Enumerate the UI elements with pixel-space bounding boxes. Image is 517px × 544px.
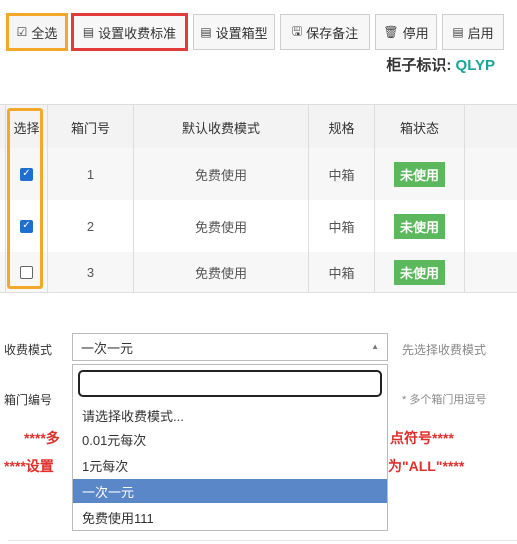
door-number: 3 <box>48 252 134 292</box>
row-checkbox[interactable]: ✓ <box>20 167 33 181</box>
status-badge: 未使用 <box>393 213 445 239</box>
cabinet-identifier: 柜子标识: QLYP <box>386 54 495 75</box>
dropdown-option-selected[interactable]: 一次一元 <box>73 479 387 503</box>
fee-mode: 免费使用 <box>134 148 309 200</box>
table-row[interactable]: ✓ 1 免费使用 中箱 未使用 <box>0 148 517 201</box>
size: 中箱 <box>309 200 375 252</box>
dropdown-option[interactable]: 0.01元每次 <box>73 427 387 451</box>
size: 中箱 <box>309 252 375 292</box>
enable-label: 启用 <box>467 25 494 41</box>
fee-mode-select[interactable]: 一次一元 ▲ <box>72 333 388 361</box>
door-no-hint: * 多个箱门用逗号 <box>402 394 487 406</box>
save-icon: 🖫 <box>291 23 303 38</box>
status-badge: 未使用 <box>393 161 445 187</box>
table-row[interactable]: 3 免费使用 中箱 未使用 <box>0 252 517 293</box>
set-box-type-label: 设置箱型 <box>215 25 268 41</box>
disable-label: 停用 <box>402 25 429 41</box>
header-door-no: 箱门号 <box>48 105 134 149</box>
warning-line-2-right: 为"ALL"**** <box>388 458 465 474</box>
fee-mode-value: 一次一元 <box>81 340 134 356</box>
warning-line-2-left: ****设置 <box>4 458 54 474</box>
disable-button[interactable]: 🗑 停用 <box>375 14 437 50</box>
save-remark-button[interactable]: 🖫 保存备注 <box>280 14 370 50</box>
set-box-type-button[interactable]: ▤ 设置箱型 <box>193 14 275 50</box>
divider <box>8 540 517 541</box>
table-header: 选择 箱门号 默认收费模式 规格 箱状态 <box>0 104 517 150</box>
header-default-fee-mode: 默认收费模式 <box>134 105 309 149</box>
fee-mode: 免费使用 <box>134 200 309 252</box>
set-fee-standard-label: 设置收费标准 <box>98 25 177 41</box>
status-badge: 未使用 <box>393 259 445 285</box>
door-number: 2 <box>48 200 134 252</box>
dropdown-option[interactable]: 免费使用111 <box>73 505 387 529</box>
table-row[interactable]: ✓ 2 免费使用 中箱 未使用 <box>0 200 517 253</box>
dropdown-option[interactable]: 请选择收费模式... <box>73 403 387 427</box>
row-checkbox[interactable]: ✓ <box>20 219 33 233</box>
list-icon: ▤ <box>452 25 464 39</box>
enable-button[interactable]: ▤ 启用 <box>442 14 504 50</box>
list-icon: ▤ <box>200 25 212 39</box>
header-status: 箱状态 <box>375 105 465 149</box>
fee-mode: 免费使用 <box>134 252 309 292</box>
door-number: 1 <box>48 148 134 200</box>
size: 中箱 <box>309 148 375 200</box>
toolbar: ☑ 全选 ▤ 设置收费标准 ▤ 设置箱型 🖫 保存备注 🗑 停用 ▤ 启用 <box>0 0 517 62</box>
warning-line-1-left: ****多 <box>24 430 60 446</box>
cabinet-label-text: 柜子标识: <box>386 57 452 74</box>
header-select: 选择 <box>5 105 48 149</box>
fee-mode-hint: 先选择收费模式 <box>402 343 487 357</box>
fee-mode-dropdown: 请选择收费模式... 0.01元每次 1元每次 一次一元 免费使用111 <box>72 364 388 531</box>
fee-mode-label: 收费模式 <box>4 343 53 357</box>
warning-line-1-right: 点符号**** <box>390 430 454 446</box>
header-extra <box>465 105 517 149</box>
select-all-button[interactable]: ☑ 全选 <box>6 13 68 51</box>
dropdown-option[interactable]: 1元每次 <box>73 453 387 477</box>
row-checkbox[interactable] <box>20 265 33 279</box>
caret-up-icon: ▲ <box>371 342 379 351</box>
check-square-icon: ☑ <box>16 25 28 39</box>
header-size: 规格 <box>309 105 375 149</box>
list-icon: ▤ <box>82 25 95 39</box>
door-no-label: 箱门编号 <box>4 393 53 407</box>
trash-icon: 🗑 <box>383 25 399 39</box>
select-all-label: 全选 <box>31 25 58 41</box>
dropdown-search-input[interactable] <box>78 370 382 397</box>
set-fee-standard-button[interactable]: ▤ 设置收费标准 <box>71 13 188 51</box>
save-remark-label: 保存备注 <box>306 25 359 41</box>
cabinet-code: QLYP <box>455 57 495 74</box>
